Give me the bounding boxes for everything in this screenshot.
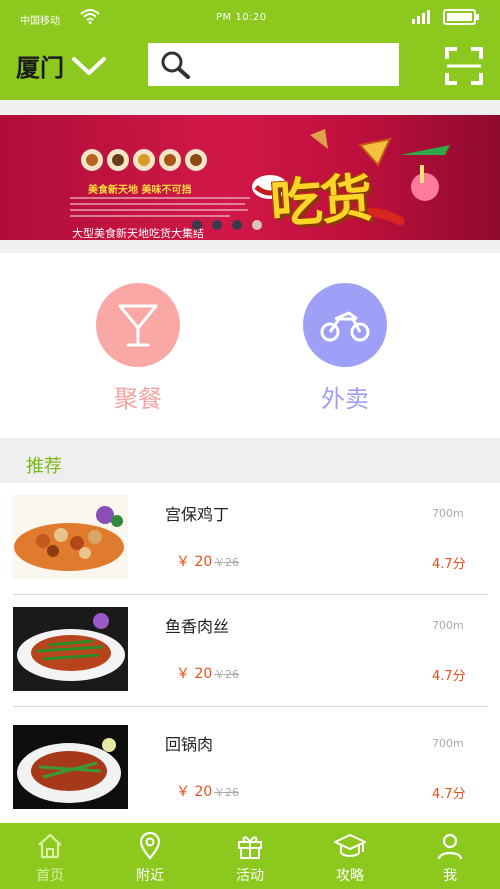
bottom-tabbar: 首页 附近 活动 攻略 我 (0, 823, 500, 889)
carrier-label: 中国移动 (20, 16, 60, 27)
tab-guides-label: 攻略 (336, 868, 364, 884)
tab-me[interactable]: 我 (400, 823, 500, 889)
banner-dot[interactable] (192, 220, 202, 230)
battery-icon (443, 9, 479, 28)
scan-icon (445, 47, 483, 85)
distance-label: 700m (432, 619, 464, 632)
rating-label: 4.7分 (432, 669, 466, 684)
recommend-header: 推荐 (0, 438, 500, 483)
banner-dot[interactable] (212, 220, 222, 230)
home-icon (0, 831, 100, 861)
dish-image (13, 725, 128, 809)
city-selector[interactable]: 厦门 (16, 48, 106, 83)
top-header: 中国移动 PM 10:20 厦门 (0, 0, 500, 100)
location-pin-icon (100, 831, 200, 861)
clock-label: PM 10:20 (216, 12, 267, 23)
tab-guides[interactable]: 攻略 (300, 823, 400, 889)
list-item[interactable]: 鱼香肉丝 700m ￥ 20 ￥26 4.7分 (0, 595, 500, 707)
person-icon (400, 831, 500, 861)
dish-name: 宫保鸡丁 (165, 505, 230, 524)
status-bar: 中国移动 PM 10:20 (0, 0, 500, 34)
banner-dot[interactable] (232, 220, 242, 230)
tab-home-label: 首页 (36, 868, 64, 884)
banner-headline: 吃货 (268, 168, 373, 236)
dish-image (13, 495, 128, 579)
banner-dot-active[interactable] (252, 220, 262, 230)
dish-name: 鱼香肉丝 (165, 617, 230, 636)
distance-label: 700m (432, 507, 464, 520)
tab-events-label: 活动 (236, 868, 264, 884)
service-delivery-label: 外卖 (321, 385, 369, 413)
tab-me-label: 我 (443, 868, 457, 884)
price-label: ￥ 20 (176, 784, 213, 800)
graduation-cap-icon (300, 831, 400, 861)
banner-body-text (70, 197, 250, 221)
city-label: 厦门 (16, 54, 64, 82)
service-delivery[interactable]: 外卖 (290, 283, 400, 414)
gift-icon (200, 831, 300, 861)
service-dine-in-label: 聚餐 (114, 385, 162, 413)
rating-label: 4.7分 (432, 787, 466, 802)
divider (13, 706, 487, 707)
price-label: ￥ 20 (176, 554, 213, 570)
original-price-label: ￥26 (214, 786, 239, 799)
dish-image (13, 607, 128, 691)
cocktail-glass-icon (96, 283, 180, 367)
scan-button[interactable] (444, 46, 484, 86)
search-icon (160, 50, 192, 84)
rating-label: 4.7分 (432, 557, 466, 572)
tab-nearby-label: 附近 (136, 868, 164, 884)
list-item[interactable]: 回锅肉 700m ￥ 20 ￥26 4.7分 (0, 713, 500, 823)
service-dine-in[interactable]: 聚餐 (83, 283, 193, 414)
recommend-title: 推荐 (26, 456, 62, 477)
distance-label: 700m (432, 737, 464, 750)
dish-name: 回锅肉 (165, 735, 214, 754)
search-input[interactable] (200, 50, 390, 79)
banner-pagination (192, 220, 262, 230)
banner-tagline: 美食新天地 美味不可挡 (88, 185, 192, 196)
price-label: ￥ 20 (176, 666, 213, 682)
banner-caption: 大型美食新天地吃货大集结 (72, 227, 204, 240)
food-plates-graphic (81, 149, 207, 171)
service-section: 聚餐 外卖 (0, 253, 500, 438)
original-price-label: ￥26 (214, 668, 239, 681)
chevron-down-icon (72, 56, 106, 80)
search-box[interactable] (148, 43, 399, 86)
motorcycle-icon (303, 283, 387, 367)
recommend-list: 宫保鸡丁 700m ￥ 20 ￥26 4.7分 鱼香肉丝 700m ￥ 20 ￥… (0, 483, 500, 823)
wifi-icon (80, 8, 100, 27)
original-price-label: ￥26 (214, 556, 239, 569)
tab-events[interactable]: 活动 (200, 823, 300, 889)
tab-home[interactable]: 首页 (0, 823, 100, 889)
signal-icon (412, 8, 434, 27)
list-item[interactable]: 宫保鸡丁 700m ￥ 20 ￥26 4.7分 (0, 483, 500, 595)
tab-nearby[interactable]: 附近 (100, 823, 200, 889)
